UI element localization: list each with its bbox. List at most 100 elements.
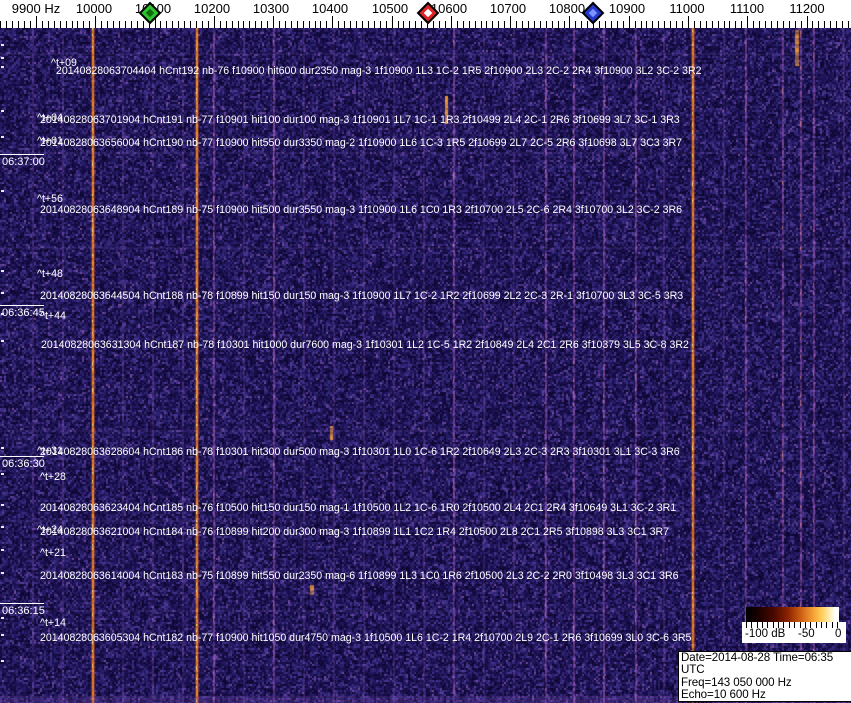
ruler-frequency-label: 10300 — [252, 1, 290, 16]
ruler-tick — [101, 21, 103, 28]
ruler-tick — [77, 21, 79, 28]
ruler-tick — [196, 21, 198, 28]
ruler-frequency-label: 11000 — [669, 1, 705, 16]
edge-event-mark — [1, 504, 4, 506]
ruler-tick — [492, 21, 494, 28]
ruler-tick — [373, 21, 375, 28]
ruler-tick — [741, 21, 743, 28]
ruler-tick — [776, 21, 778, 28]
edge-event-mark — [1, 270, 4, 272]
ruler-tick — [178, 21, 180, 28]
ruler-tick — [385, 21, 387, 28]
ruler-tick — [670, 21, 672, 28]
spectrogram-display[interactable] — [0, 28, 851, 703]
detection-log-line: 20140828063623404 hCnt185 nb-76 f10500 h… — [40, 502, 677, 514]
db-label-max: 0 — [835, 628, 842, 640]
edge-event-mark — [1, 340, 4, 342]
ruler-tick — [782, 21, 784, 28]
ruler-tick — [0, 21, 2, 28]
ruler-tick — [545, 21, 547, 28]
frequency-ruler[interactable]: 9900 Hz100001010010200103001040010500106… — [0, 0, 851, 28]
ruler-tick — [160, 21, 162, 28]
ruler-tick — [687, 16, 689, 28]
ruler-tick — [516, 21, 518, 28]
ruler-tick — [184, 21, 186, 28]
ruler-tick — [830, 21, 832, 28]
ruler-tick — [290, 21, 292, 28]
ruler-tick — [302, 21, 304, 28]
ruler-tick — [267, 21, 269, 28]
ruler-tick — [379, 21, 381, 28]
edge-event-mark — [1, 57, 4, 59]
ruler-tick — [699, 21, 701, 28]
ruler-tick — [634, 21, 636, 28]
detection-log-line: 20140828063614004 hCnt183 nb-75 f10899 h… — [40, 570, 679, 582]
ruler-tick — [504, 21, 506, 28]
db-gradient-bar — [746, 607, 839, 622]
detection-log-line: 20140828063656004 hCnt190 nb-77 f10900 h… — [40, 137, 683, 149]
ruler-tick — [599, 21, 601, 28]
detection-log-line: 20140828063628604 hCnt186 nb-78 f10301 h… — [40, 446, 680, 458]
time-axis-tick — [0, 154, 44, 155]
ruler-tick — [41, 21, 43, 28]
edge-event-mark — [1, 549, 4, 551]
ruler-tick — [723, 21, 725, 28]
ruler-tick — [770, 21, 772, 28]
ruler-tick — [563, 21, 565, 28]
ruler-frequency-label: 11100 — [729, 1, 765, 16]
ruler-tick — [693, 21, 695, 28]
ruler-tick — [255, 21, 257, 28]
ruler-tick — [462, 21, 464, 28]
ruler-tick — [439, 21, 441, 28]
ruler-tick — [824, 21, 826, 28]
edge-event-mark — [1, 313, 4, 315]
ruler-tick — [225, 21, 227, 28]
ruler-tick — [71, 21, 73, 28]
ruler-tick — [332, 16, 334, 28]
marker-red-center-dot — [423, 8, 433, 18]
ruler-tick — [207, 21, 209, 28]
event-time-offset-label: ^t+14 — [40, 617, 66, 629]
edge-event-mark — [1, 66, 4, 68]
ruler-frequency-label: 10500 — [371, 1, 409, 16]
ruler-tick — [107, 21, 109, 28]
ruler-tick — [486, 21, 488, 28]
detection-log-line: 20140828063605304 hCnt182 nb-77 f10900 h… — [40, 632, 692, 644]
ruler-tick — [24, 21, 26, 28]
db-scale-tick — [831, 622, 833, 628]
ruler-tick — [765, 21, 767, 28]
ruler-tick — [36, 16, 37, 28]
ruler-tick — [711, 21, 713, 28]
db-label-mid: -50 — [798, 628, 815, 640]
db-scale-tick — [788, 622, 790, 628]
ruler-tick — [539, 21, 541, 28]
edge-event-mark — [1, 660, 4, 662]
ruler-tick — [705, 21, 707, 28]
ruler-tick — [6, 21, 8, 28]
ruler-tick — [759, 21, 761, 28]
ruler-tick — [444, 21, 446, 28]
ruler-tick — [753, 21, 755, 28]
ruler-tick — [83, 21, 85, 28]
ruler-tick — [231, 21, 233, 28]
ruler-tick — [421, 21, 423, 28]
ruler-tick — [735, 21, 737, 28]
ruler-tick — [610, 21, 612, 28]
ruler-tick — [812, 21, 814, 28]
ruler-tick — [59, 21, 61, 28]
ruler-tick — [320, 21, 322, 28]
ruler-tick — [628, 16, 630, 28]
ruler-tick — [136, 21, 138, 28]
detection-log-line: 20140828063704404 hCnt192 nb-76 f10900 h… — [56, 65, 702, 77]
ruler-tick — [682, 21, 684, 28]
ruler-tick — [190, 21, 192, 28]
ruler-tick — [65, 21, 67, 28]
ruler-tick — [172, 21, 174, 28]
edge-event-mark — [1, 44, 4, 46]
ruler-tick — [219, 21, 221, 28]
ruler-tick — [788, 21, 790, 28]
edge-event-mark — [1, 473, 4, 475]
ruler-tick — [474, 21, 476, 28]
ruler-tick — [338, 21, 340, 28]
marker-blue-diamond-icon[interactable] — [581, 1, 605, 25]
